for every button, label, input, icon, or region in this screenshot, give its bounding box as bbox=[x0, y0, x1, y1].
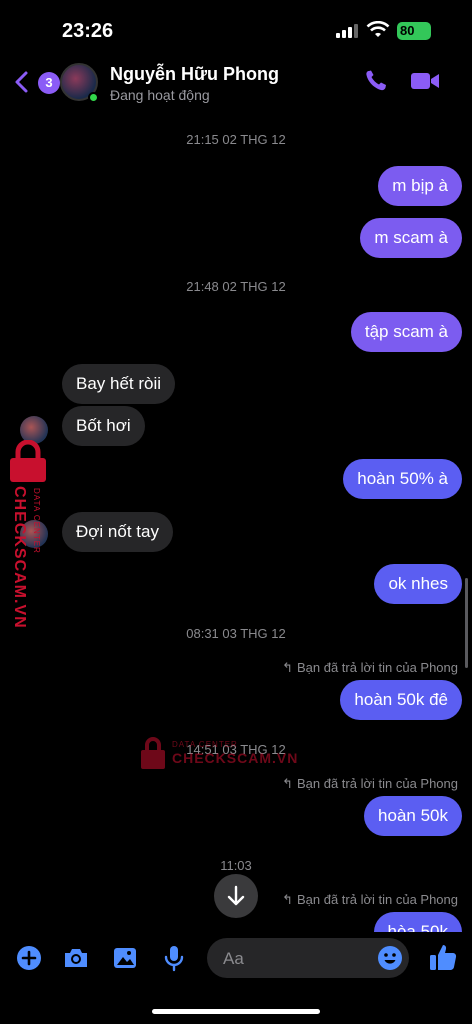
incoming-message[interactable]: Đợi nốt tay bbox=[62, 512, 173, 552]
timestamp: 08:31 03 THG 12 bbox=[186, 626, 286, 641]
chat-header: 3 Nguyễn Hữu Phong Đang hoạt động bbox=[0, 52, 472, 110]
timestamp: 11:03 bbox=[220, 858, 252, 873]
timestamp: 21:48 02 THG 12 bbox=[186, 279, 286, 294]
scrollbar[interactable] bbox=[465, 578, 468, 668]
watermark-text: CHECKSCAM.VN bbox=[11, 486, 28, 629]
microphone-icon[interactable] bbox=[160, 944, 188, 972]
watermark-horizontal: DATA CENTER CHECKSCAM.VN bbox=[140, 736, 310, 772]
watermark-subtext: DATA CENTER bbox=[32, 488, 41, 554]
gallery-icon[interactable] bbox=[111, 944, 139, 972]
watermark-vertical: CHECKSCAM.VN DATA CENTER bbox=[4, 440, 50, 640]
contact-name[interactable]: Nguyễn Hữu Phong bbox=[110, 64, 279, 85]
emoji-icon[interactable] bbox=[377, 945, 403, 971]
status-bar: 23:26 80 bbox=[0, 0, 472, 60]
outgoing-message[interactable]: ok nhes bbox=[374, 564, 462, 604]
incoming-message[interactable]: Bay hết ròii bbox=[62, 364, 176, 404]
lock-logo bbox=[10, 440, 46, 482]
camera-icon[interactable] bbox=[62, 944, 90, 972]
reply-indicator: ↰ Bạn đã trả lời tin của Phong bbox=[282, 776, 458, 792]
outgoing-message[interactable]: tập scam à bbox=[350, 312, 462, 352]
online-status-dot bbox=[88, 92, 99, 103]
reply-indicator: ↰ Bạn đã trả lời tin của Phong bbox=[282, 660, 458, 676]
video-call-icon[interactable] bbox=[410, 68, 440, 94]
reply-note-text: Bạn đã trả lời tin của Phong bbox=[296, 776, 458, 791]
reply-icon: ↰ bbox=[282, 892, 293, 907]
battery-level: 80 bbox=[400, 23, 415, 38]
outgoing-message[interactable]: hoàn 50k đê bbox=[340, 680, 462, 720]
message-composer: Aa bbox=[0, 932, 472, 986]
lock-logo bbox=[141, 737, 165, 769]
timestamp: 21:15 02 THG 12 bbox=[186, 132, 286, 147]
message-input[interactable]: Aa bbox=[207, 938, 409, 978]
presence-status: Đang hoạt động bbox=[110, 87, 210, 103]
outgoing-message[interactable]: hoàn 50% à bbox=[343, 459, 462, 499]
watermark-text: CHECKSCAM.VN bbox=[172, 750, 299, 766]
chevron-left-icon bbox=[15, 71, 28, 93]
home-indicator[interactable] bbox=[152, 1009, 320, 1014]
wifi-icon bbox=[366, 21, 390, 37]
arrow-down-icon bbox=[227, 885, 245, 906]
battery-icon: 80 bbox=[397, 22, 431, 40]
thumbs-up-icon[interactable] bbox=[428, 942, 458, 972]
plus-icon[interactable] bbox=[15, 944, 43, 972]
reply-note-text: Bạn đã trả lời tin của Phong bbox=[296, 660, 458, 675]
watermark-subtext: DATA CENTER bbox=[172, 740, 238, 749]
outgoing-message-partial[interactable]: hòa 50k bbox=[373, 912, 462, 932]
outgoing-message[interactable]: m scam à bbox=[360, 218, 462, 258]
reply-icon: ↰ bbox=[282, 660, 293, 675]
unread-badge: 3 bbox=[38, 72, 60, 94]
reply-note-text: Bạn đã trả lời tin của Phong bbox=[296, 892, 458, 907]
clock: 23:26 bbox=[62, 20, 114, 42]
reply-indicator: ↰ Bạn đã trả lời tin của Phong bbox=[282, 892, 458, 908]
back-button[interactable]: 3 bbox=[12, 68, 60, 96]
cellular-signal-icon bbox=[336, 24, 358, 38]
message-input-placeholder: Aa bbox=[223, 949, 244, 968]
scroll-to-bottom-button[interactable] bbox=[214, 874, 258, 918]
outgoing-message[interactable]: hoàn 50k bbox=[364, 796, 462, 836]
outgoing-message[interactable]: m bịp à bbox=[378, 166, 462, 206]
phone-icon[interactable] bbox=[362, 68, 392, 94]
reply-icon: ↰ bbox=[282, 776, 293, 791]
incoming-message[interactable]: Bốt hơi bbox=[62, 406, 145, 446]
